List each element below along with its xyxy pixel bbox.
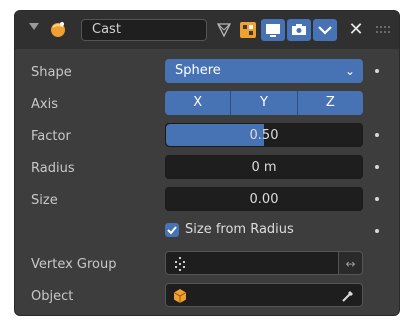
size-from-radius-checkbox[interactable] — [165, 223, 179, 237]
radius-field[interactable]: 0 m — [165, 155, 363, 179]
factor-value: 0.50 — [249, 128, 279, 143]
invert-vertex-group-button[interactable]: ↔ — [339, 251, 363, 275]
shape-label: Shape — [31, 65, 72, 80]
object-cube-icon — [173, 289, 187, 303]
object-field[interactable] — [165, 283, 363, 307]
cast-modifier-panel: Cast ✕ Shape Sphere ⌄ Axis X Y Z Factor … — [14, 10, 400, 316]
eyedropper-icon[interactable] — [340, 288, 356, 304]
viewport-display-button[interactable] — [261, 19, 285, 41]
edit-mode-icon[interactable] — [237, 19, 259, 41]
modifier-header: Cast ✕ — [15, 11, 399, 49]
factor-slider[interactable]: 0.50 — [165, 123, 363, 147]
keyframe-dot-icon[interactable] — [375, 165, 379, 169]
swap-arrows-icon: ↔ — [345, 257, 356, 271]
camera-icon — [292, 24, 306, 35]
size-field[interactable]: 0.00 — [165, 187, 363, 211]
shape-dropdown[interactable]: Sphere ⌄ — [165, 59, 363, 83]
vertex-group-field[interactable] — [165, 251, 339, 275]
monitor-icon — [266, 24, 280, 37]
object-label: Object — [31, 289, 74, 304]
axis-z-button[interactable]: Z — [297, 91, 363, 115]
axis-label: Axis — [31, 97, 58, 112]
drag-grip-icon[interactable] — [375, 23, 391, 37]
modifier-name-field[interactable]: Cast — [81, 19, 207, 41]
size-from-radius-label[interactable]: Size from Radius — [185, 222, 294, 237]
radius-label: Radius — [31, 161, 75, 176]
collapse-arrow-icon[interactable] — [29, 23, 39, 30]
shape-value: Sphere — [175, 63, 221, 78]
modifier-menu-button[interactable] — [313, 19, 337, 41]
chevron-down-icon: ⌄ — [344, 64, 355, 78]
vertex-group-icon — [175, 257, 185, 271]
axis-y-button[interactable]: Y — [231, 91, 298, 115]
keyframe-dot-icon[interactable] — [375, 133, 379, 137]
factor-label: Factor — [31, 129, 71, 144]
vertex-group-label: Vertex Group — [31, 257, 117, 272]
keyframe-dot-icon[interactable] — [375, 69, 379, 73]
size-label: Size — [31, 193, 58, 208]
keyframe-dot-icon[interactable] — [375, 197, 379, 201]
axis-x-button[interactable]: X — [165, 91, 232, 115]
axis-toggle-group: X Y Z — [165, 91, 363, 115]
checkmark-icon — [167, 226, 177, 235]
on-cage-icon[interactable] — [213, 19, 235, 41]
cast-modifier-icon — [51, 22, 65, 37]
close-icon[interactable]: ✕ — [345, 18, 367, 42]
render-display-button[interactable] — [287, 19, 311, 41]
chevron-down-icon — [318, 26, 332, 35]
keyframe-dot-icon[interactable] — [375, 229, 379, 233]
